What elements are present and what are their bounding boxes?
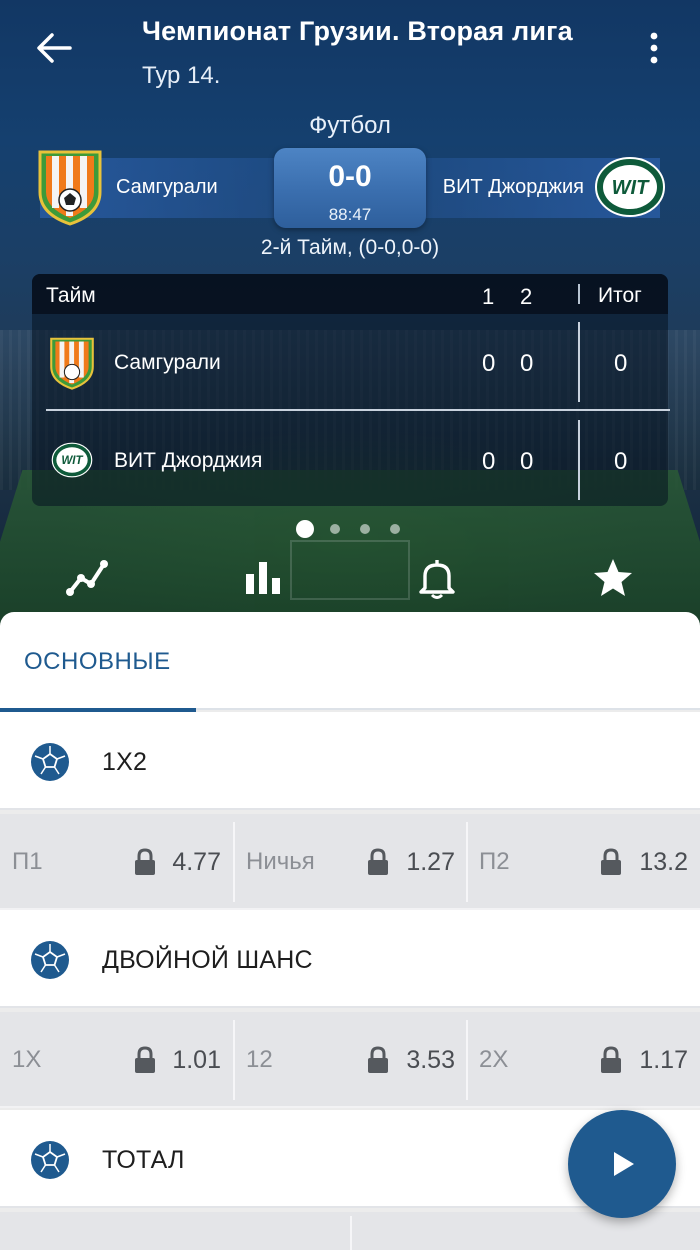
market-title: ДВОЙНОЙ ШАНС — [102, 946, 313, 974]
row-divider — [46, 409, 670, 411]
market-header-1x2[interactable]: 1X2 — [0, 712, 700, 810]
sport-label: Футбол — [309, 112, 391, 139]
back-arrow-icon[interactable] — [34, 28, 74, 68]
score-row-p2: 0 — [520, 350, 534, 377]
odds-cell-p2[interactable]: П2 13.2 — [468, 814, 700, 910]
odds-value: 1.01 — [172, 1046, 221, 1074]
round-subtitle: Тур 14. — [142, 62, 221, 89]
tab-main-label: ОСНОВНЫЕ — [24, 648, 171, 675]
odds-label: 12 — [246, 1046, 273, 1073]
score-row-team: Самгурали — [114, 351, 221, 374]
odds-value: 4.77 — [172, 848, 221, 876]
lock-icon — [368, 848, 388, 875]
odds-row-double-chance: 1X 1.01 12 3.53 2X 1.17 — [0, 1012, 700, 1108]
play-fab-button[interactable] — [568, 1110, 676, 1218]
score-box: 0-0 88:47 — [274, 148, 426, 228]
header-divider — [578, 284, 580, 304]
match-header: Чемпионат Грузии. Вторая лига Тур 14. Фу… — [0, 0, 700, 640]
odds-value: 3.53 — [406, 1046, 455, 1074]
odds-cell-draw[interactable]: Ничья 1.27 — [235, 814, 466, 910]
tab-main[interactable]: ОСНОВНЫЕ — [0, 612, 196, 712]
match-clock: 88:47 — [328, 205, 372, 224]
carousel-dot[interactable] — [390, 524, 400, 534]
total-divider — [578, 322, 580, 402]
odds-row-1x2: П1 4.77 Ничья 1.27 П2 13.2 — [0, 814, 700, 910]
odds-label: 1X — [12, 1046, 42, 1073]
period-2-header: 2 — [520, 284, 533, 309]
odds-row-total-partial — [0, 1212, 700, 1250]
stats-bars-icon[interactable] — [240, 556, 286, 600]
football-icon — [31, 1141, 69, 1179]
trend-icon[interactable] — [64, 556, 110, 600]
home-team-logo-small — [50, 337, 94, 390]
period-score-table[interactable]: Тайм 1 2 Итог Самгурали 0 0 0 WIT ВИТ Дж… — [32, 274, 670, 506]
period-1-header: 1 — [482, 284, 495, 309]
odds-cell-p1[interactable]: П1 4.77 — [0, 814, 233, 910]
score-table-header: Тайм 1 2 Итог — [32, 274, 668, 314]
match-score: 0-0 — [328, 160, 372, 193]
football-icon — [31, 941, 69, 979]
more-vertical-icon[interactable] — [640, 30, 668, 66]
carousel-dots[interactable] — [296, 520, 406, 538]
score-row-p1: 0 — [482, 350, 496, 377]
play-icon — [614, 1152, 634, 1176]
football-icon — [31, 743, 69, 781]
odds-label: 2X — [479, 1046, 509, 1073]
market-title: 1X2 — [102, 748, 148, 776]
svg-text:WIT: WIT — [61, 454, 83, 467]
odds-cell-1x[interactable]: 1X 1.01 — [0, 1012, 233, 1108]
period-header-label: Тайм — [46, 284, 96, 307]
odds-divider — [350, 1216, 352, 1250]
carousel-dot[interactable] — [330, 524, 340, 534]
odds-value: 1.27 — [406, 848, 455, 876]
lock-icon — [135, 1046, 155, 1073]
league-title: Чемпионат Грузии. Вторая лига — [142, 16, 573, 46]
lock-icon — [601, 1046, 621, 1073]
score-row-p2: 0 — [520, 448, 534, 475]
carousel-dot-active[interactable] — [296, 520, 314, 538]
score-row-team: ВИТ Джорджия — [114, 449, 263, 472]
lock-icon — [368, 1046, 388, 1073]
away-team-logo: WIT — [595, 157, 665, 217]
bell-icon[interactable] — [414, 556, 460, 600]
market-header-double-chance[interactable]: ДВОЙНОЙ ШАНС — [0, 910, 700, 1008]
odds-cell-12[interactable]: 12 3.53 — [235, 1012, 466, 1108]
period-info: 2-й Тайм, (0-0,0-0) — [260, 236, 440, 259]
odds-value: 13.2 — [639, 848, 688, 876]
score-row-total: 0 — [614, 448, 628, 475]
odds-label: Ничья — [246, 848, 315, 875]
lock-icon — [601, 848, 621, 875]
odds-label: П1 — [12, 848, 43, 875]
score-row-total: 0 — [614, 350, 628, 377]
svg-text:WIT: WIT — [612, 177, 650, 199]
home-team-name: Самгурали — [116, 176, 218, 198]
total-header: Итог — [598, 284, 642, 307]
market-title: ТОТАЛ — [102, 1146, 185, 1174]
odds-value: 1.17 — [639, 1046, 688, 1074]
total-divider — [578, 420, 580, 500]
away-team-logo-small: WIT — [51, 442, 93, 478]
star-icon[interactable] — [590, 556, 636, 600]
odds-label: П2 — [479, 848, 510, 875]
away-team-name: ВИТ Джорджия — [442, 176, 584, 198]
home-team-logo — [38, 150, 102, 226]
odds-cell-2x[interactable]: 2X 1.17 — [468, 1012, 700, 1108]
lock-icon — [135, 848, 155, 875]
market-tabs: ОСНОВНЫЕ — [0, 612, 700, 712]
score-row-p1: 0 — [482, 448, 496, 475]
carousel-dot[interactable] — [360, 524, 370, 534]
